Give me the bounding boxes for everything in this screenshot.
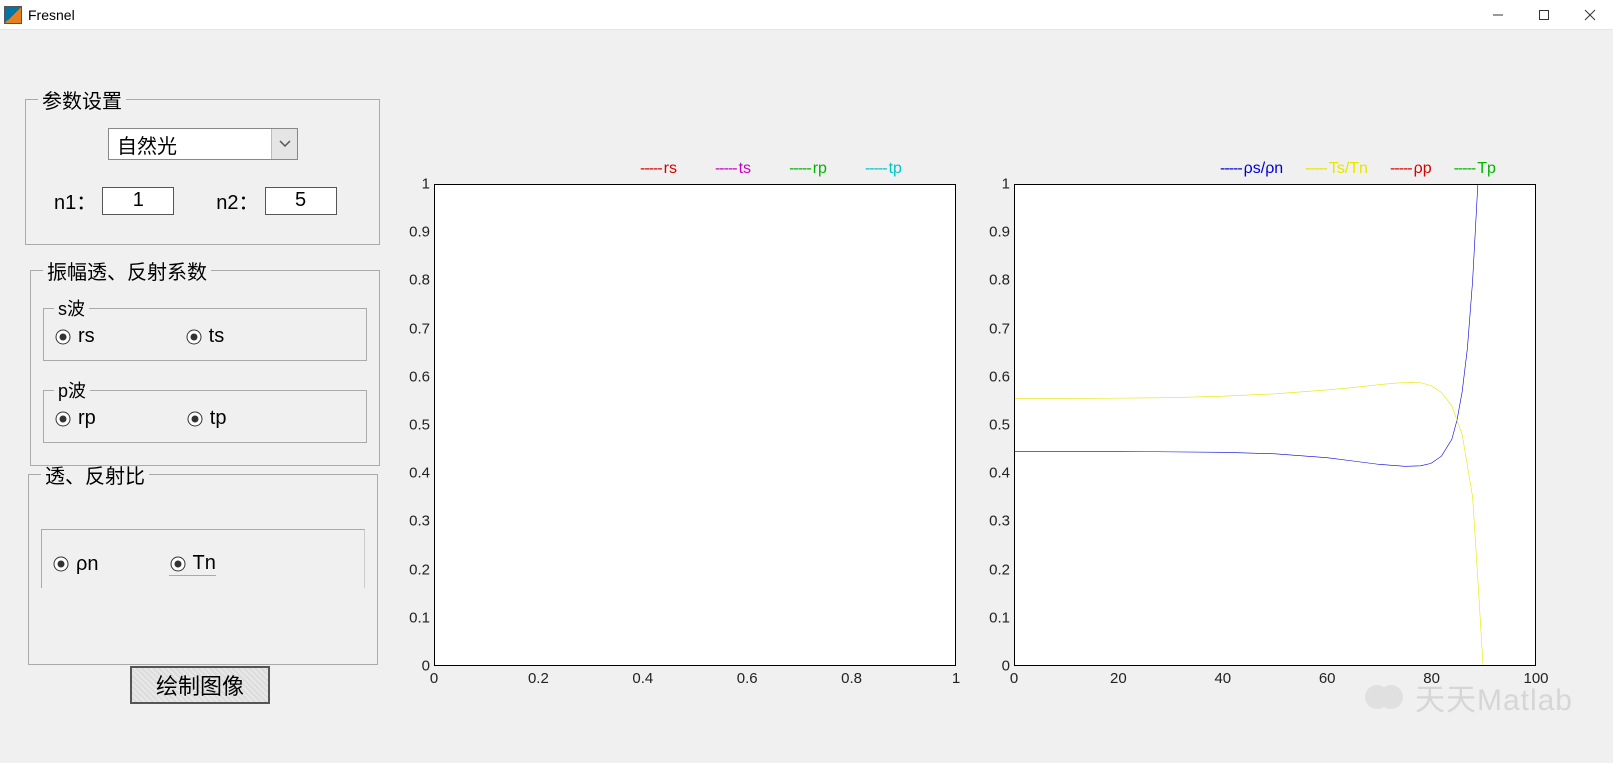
n2-input[interactable]: 5 — [265, 187, 337, 215]
axes-left-plot — [434, 184, 956, 666]
close-button[interactable] — [1567, 0, 1613, 30]
x-tick: 0.6 — [737, 670, 758, 687]
n1-input[interactable]: 1 — [102, 187, 174, 215]
axes-right-plot — [1014, 184, 1536, 666]
plot-button[interactable]: 绘制图像 — [130, 666, 270, 704]
y-tick: 1 — [1002, 176, 1010, 193]
ts-radio[interactable]: ts — [185, 325, 225, 348]
y-tick: 0.3 — [409, 513, 430, 530]
legend-item: -----rp — [789, 160, 827, 178]
x-tick: 1 — [952, 670, 960, 687]
axes-left-legend: -----rs -----ts -----rp -----tp — [640, 160, 902, 178]
rp-label: rp — [78, 407, 96, 430]
p-wave-legend: p波 — [54, 377, 90, 403]
x-tick: 0.4 — [632, 670, 653, 687]
x-tick: 0 — [430, 670, 438, 687]
legend-item: -----Tp — [1454, 160, 1496, 178]
app-icon — [4, 6, 22, 24]
y-tick: 0.6 — [989, 368, 1010, 385]
y-tick: 0.4 — [409, 465, 430, 482]
chevron-down-icon — [271, 129, 297, 159]
y-tick: 1 — [422, 176, 430, 193]
y-tick: 0 — [422, 658, 430, 675]
legend-item: -----ρp — [1390, 160, 1432, 178]
y-tick: 0.1 — [409, 609, 430, 626]
tn-radio[interactable]: Tn — [169, 552, 216, 576]
window-title: Fresnel — [28, 7, 75, 23]
y-tick: 0.8 — [989, 272, 1010, 289]
ratio-inner-fieldset: ρn Tn — [41, 529, 365, 588]
x-tick: 40 — [1214, 670, 1231, 687]
y-tick: 0.6 — [409, 368, 430, 385]
y-tick: 0.5 — [409, 417, 430, 434]
y-tick: 0 — [1002, 658, 1010, 675]
curve-ρs/ρn — [1015, 185, 1478, 466]
y-tick: 0.5 — [989, 417, 1010, 434]
legend-item: -----ts — [715, 160, 751, 178]
rho-n-label: ρn — [76, 553, 99, 576]
amplitude-fieldset: 振幅透、反射系数 s波 rs ts p波 rp — [30, 256, 380, 466]
y-tick: 0.9 — [989, 224, 1010, 241]
x-tick: 0.8 — [841, 670, 862, 687]
tp-label: tp — [210, 407, 227, 430]
ratio-fieldset: 透、反射比 ρn Tn — [28, 460, 378, 665]
y-tick: 0.1 — [989, 609, 1010, 626]
y-tick: 0.9 — [409, 224, 430, 241]
y-tick: 0.7 — [989, 320, 1010, 337]
legend-item: -----tp — [865, 160, 902, 178]
amplitude-legend: 振幅透、反射系数 — [43, 256, 211, 285]
legend-item: -----rs — [640, 160, 677, 178]
light-type-value: 自然光 — [109, 130, 271, 159]
maximize-button[interactable] — [1521, 0, 1567, 30]
s-wave-legend: s波 — [54, 295, 89, 321]
rs-label: rs — [78, 325, 95, 348]
rs-radio[interactable]: rs — [54, 325, 95, 348]
x-tick: 60 — [1319, 670, 1336, 687]
y-tick: 0.2 — [989, 561, 1010, 578]
y-tick: 0.3 — [989, 513, 1010, 530]
legend-item: -----Ts/Tn — [1305, 160, 1368, 178]
y-tick: 0.8 — [409, 272, 430, 289]
axes-right-legend: -----ρs/ρn -----Ts/Tn -----ρp -----Tp — [1220, 160, 1496, 178]
light-type-dropdown[interactable]: 自然光 — [108, 128, 298, 160]
y-tick: 0.2 — [409, 561, 430, 578]
x-tick: 100 — [1523, 670, 1548, 687]
tn-label: Tn — [193, 552, 216, 575]
x-tick: 80 — [1423, 670, 1440, 687]
x-tick: 20 — [1110, 670, 1127, 687]
tp-radio[interactable]: tp — [186, 407, 227, 430]
y-tick: 0.4 — [989, 465, 1010, 482]
s-wave-fieldset: s波 rs ts — [43, 295, 367, 361]
minimize-button[interactable] — [1475, 0, 1521, 30]
ts-label: ts — [209, 325, 225, 348]
titlebar: Fresnel — [0, 0, 1613, 30]
curve-Ts/Tn — [1015, 382, 1483, 665]
n1-label: n1： — [54, 186, 96, 215]
axes-left: -----rs -----ts -----rp -----tp 0 0.1 0.2 0.3 0… — [400, 160, 960, 700]
legend-item: -----ρs/ρn — [1220, 160, 1283, 178]
axes-right: -----ρs/ρn -----Ts/Tn -----ρp -----Tp 0 0.1 0… — [980, 160, 1540, 700]
y-tick: 0.7 — [409, 320, 430, 337]
x-tick: 0.2 — [528, 670, 549, 687]
p-wave-fieldset: p波 rp tp — [43, 377, 367, 443]
params-fieldset: 参数设置 自然光 n1： 1 n2： 5 — [25, 85, 380, 245]
params-legend: 参数设置 — [38, 85, 126, 114]
rho-n-radio[interactable]: ρn — [52, 553, 99, 576]
n2-label: n2： — [216, 186, 258, 215]
x-tick: 0 — [1010, 670, 1018, 687]
rp-radio[interactable]: rp — [54, 407, 96, 430]
ratio-legend: 透、反射比 — [41, 460, 149, 489]
